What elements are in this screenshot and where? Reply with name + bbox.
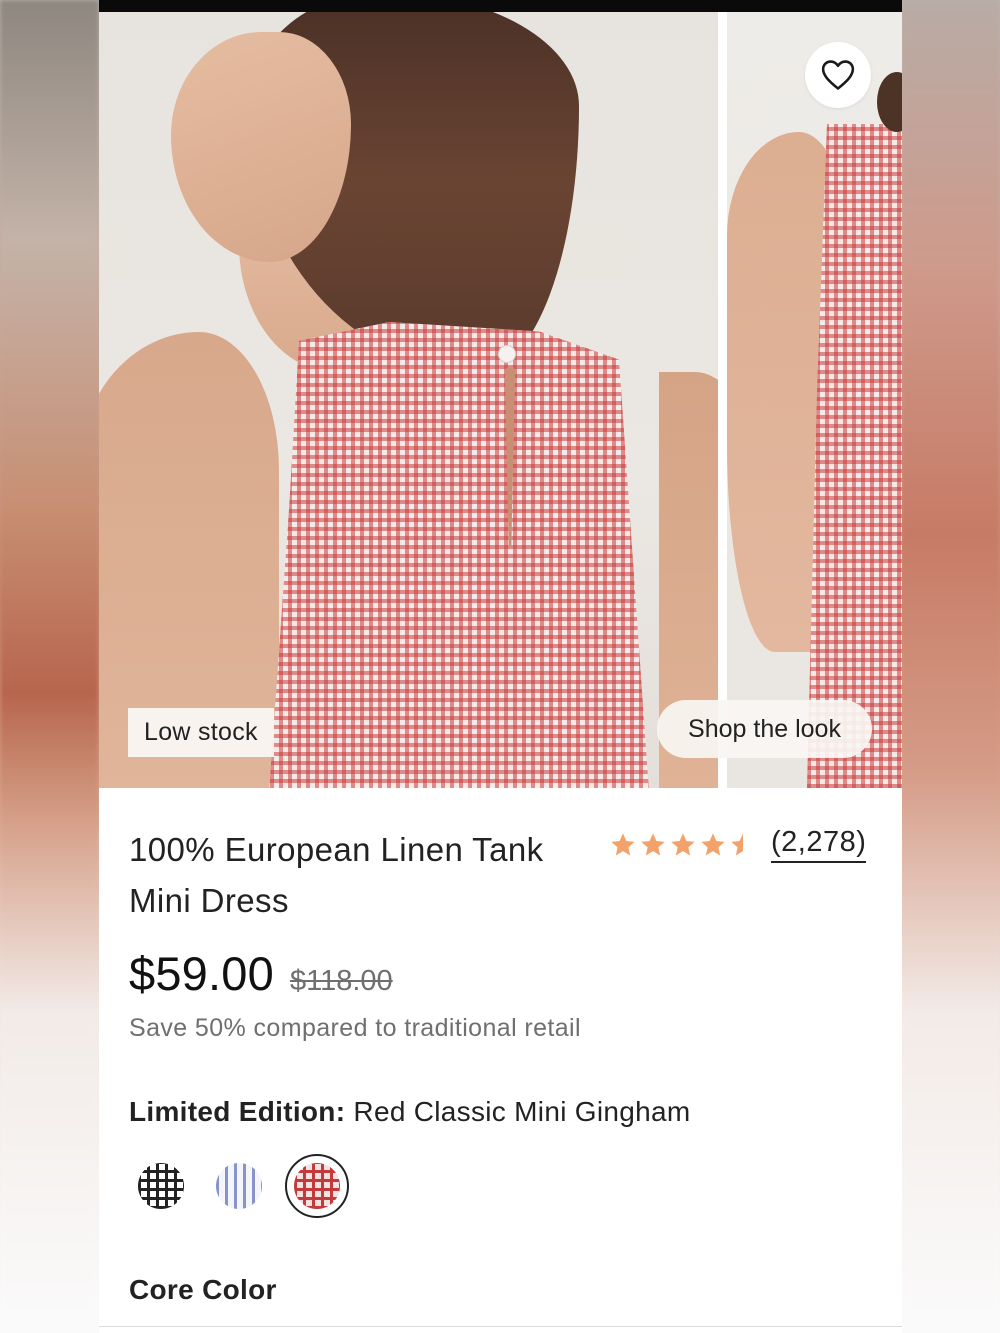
star-icon: [611, 832, 635, 855]
star-icon: [701, 832, 725, 855]
divider: [99, 1326, 902, 1327]
background-blur-right: [901, 0, 1000, 1333]
photo-side-hair: [877, 72, 902, 132]
favorite-button[interactable]: [805, 42, 871, 108]
original-price: $118.00: [289, 965, 393, 997]
review-count-link[interactable]: (2,278): [771, 826, 867, 863]
heart-icon: [821, 60, 855, 90]
rating-summary[interactable]: (2,278): [609, 826, 867, 863]
product-photo-side[interactable]: [727, 12, 902, 788]
swatch-blue-stripe[interactable]: [207, 1154, 271, 1218]
swatch-black-gingham[interactable]: [129, 1154, 193, 1218]
product-title: 100% European Linen Tank Mini Dress: [129, 831, 544, 919]
swatch-red-gingham-pattern: [294, 1163, 340, 1209]
core-color-heading: Core Color: [129, 1274, 277, 1305]
image-gallery[interactable]: Low stock Shop the look: [99, 12, 902, 788]
selected-color-name: Red Classic Mini Gingham: [345, 1096, 691, 1127]
photo-button: [498, 345, 516, 363]
background-blur-left: [0, 0, 99, 1333]
star-icon: [671, 832, 695, 855]
savings-text: Save 50% compared to traditional retail: [129, 1014, 581, 1042]
star-half-icon: [731, 832, 755, 855]
edition-label: Limited Edition:: [129, 1096, 346, 1127]
swatch-blue-stripe-pattern: [216, 1163, 262, 1209]
sale-price: $59.00: [129, 947, 274, 1000]
shop-the-look-button[interactable]: Shop the look: [657, 700, 872, 758]
rating-stars: [609, 831, 757, 859]
swatch-red-gingham[interactable]: [285, 1154, 349, 1218]
star-icon: [641, 832, 665, 855]
swatch-black-gingham-pattern: [138, 1163, 184, 1209]
color-selection-label: Limited Edition: Red Classic Mini Gingha…: [129, 1096, 691, 1128]
product-photo-back[interactable]: Low stock: [99, 12, 718, 788]
color-swatches: [129, 1154, 363, 1218]
low-stock-badge: Low stock: [128, 708, 274, 757]
price-row: $59.00 $118.00: [129, 946, 393, 1001]
product-page: Low stock Shop the look 100% European Li…: [99, 0, 902, 1333]
status-bar: [99, 0, 902, 12]
